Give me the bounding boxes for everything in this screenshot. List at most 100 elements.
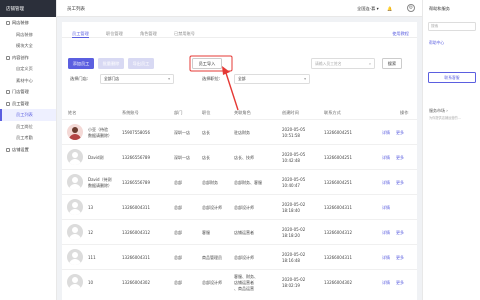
sidebar-header: 店铺管理 xyxy=(0,0,56,17)
help-tutorial-link[interactable]: 使用教程 xyxy=(392,31,409,37)
sidebar-group-content[interactable]: 内容创作 xyxy=(0,52,56,64)
sidebar-item-label: 网店装修 xyxy=(12,20,29,25)
cell-role: 店铺运营者 xyxy=(234,229,254,235)
search-icon: ⌕ xyxy=(368,61,371,66)
avatar xyxy=(67,249,83,265)
position-select[interactable]: 全部 ▾ xyxy=(234,74,310,84)
cell-position: 总部设计师 xyxy=(202,204,222,210)
cell-contact: 13266004312 xyxy=(324,229,352,235)
tab-role-management[interactable]: 角色管理 xyxy=(140,31,157,37)
cell-role: 总部财务、客服 xyxy=(234,179,262,185)
sidebar-item-custom-page[interactable]: 自定义页 xyxy=(0,63,56,75)
column-header: 操作 xyxy=(400,110,409,115)
detail-link[interactable]: 详情 xyxy=(382,130,390,136)
cell-created: 2020-05-02 18:02:19 xyxy=(282,276,306,288)
main-panel: 员工管理 职位管理 角色管理 已禁用账号 使用教程 添加员工 批量删除 导出员工… xyxy=(62,22,417,300)
detail-link[interactable]: 详情 xyxy=(382,230,390,236)
store-select-value: 全部门店 xyxy=(104,76,120,81)
cell-account: 13266556789 xyxy=(122,154,150,160)
store-select[interactable]: 全部门店 ▾ xyxy=(100,74,174,84)
import-staff-button[interactable]: 员工导入 xyxy=(192,58,222,69)
sidebar-item-decoration[interactable]: 网店装修 xyxy=(0,29,56,41)
sidebar-menu: 网店装修 网店装修 模块大全 内容创作 自定义页 素材中心 门店管理 员工管理 … xyxy=(0,17,56,155)
topbar: 员工列表 全国连-慕 ▾ 🔔 ⚙ xyxy=(57,0,422,17)
sidebar-group-decoration[interactable]: 网店装修 xyxy=(0,17,56,29)
column-header: 联系方式 xyxy=(324,110,341,115)
more-link[interactable]: 更多 xyxy=(396,155,404,161)
cell-created: 2020-05-02 18:18:40 xyxy=(282,201,306,213)
tab-staff-management[interactable]: 员工管理 xyxy=(72,31,89,38)
sidebar-item-materials[interactable]: 素材中心 xyxy=(0,75,56,87)
table-row: 10 13266004302 总部 总部设计师 客服、财务、 店铺运营者 、商品运营 20… xyxy=(62,269,417,294)
more-link[interactable]: 更多 xyxy=(396,280,404,286)
sidebar-item-staff-attendance[interactable]: 员工考勤 xyxy=(0,132,56,144)
add-staff-button[interactable]: 添加员工 xyxy=(68,58,94,69)
search-button[interactable]: 搜索 xyxy=(382,58,402,69)
help-center-link[interactable]: 帮助中心 xyxy=(429,40,444,46)
more-link[interactable]: 更多 xyxy=(396,255,404,261)
sidebar-item-staff-list[interactable]: 员工列表 xyxy=(0,109,56,121)
cell-role: 总部设计师 xyxy=(234,204,254,210)
tab-bar: 员工管理 职位管理 角色管理 已禁用账号 使用教程 xyxy=(62,22,417,38)
table-row: 小亚（待验 数据请删除） 15907558056 深圳一店 店长 驻店财务 2020-05… xyxy=(62,119,417,144)
bell-icon[interactable]: 🔔 xyxy=(387,6,392,12)
sidebar-item-staff-positions[interactable]: 员工岗位 xyxy=(0,121,56,133)
table-row: 111 13266004311 总部 商品管理员 总部设计师 2020-05-02 18:… xyxy=(62,244,417,269)
settings-gear-icon[interactable]: ⚙ xyxy=(407,4,415,12)
more-link[interactable]: 更多 xyxy=(396,230,404,236)
avatar xyxy=(67,149,83,165)
cell-account: 15907558056 xyxy=(122,129,150,135)
cell-contact: 13266004251 xyxy=(324,129,352,135)
more-link[interactable]: 更多 xyxy=(396,130,404,136)
help-search-input[interactable]: 搜索 xyxy=(428,22,476,31)
cell-name: 10 xyxy=(88,279,94,285)
cell-dept: 总部 xyxy=(174,229,182,235)
detail-link[interactable]: 详情 xyxy=(382,155,390,161)
contact-service-button[interactable]: 联系客服 xyxy=(428,72,476,83)
export-staff-button[interactable]: 导出员工 xyxy=(128,58,154,69)
cell-created: 2020-05-05 10:51:58 xyxy=(282,126,306,138)
cell-created: 2020-05-05 10:42:48 xyxy=(282,151,306,163)
batch-delete-button[interactable]: 批量删除 xyxy=(98,58,124,69)
position-select-value: 全部 xyxy=(238,76,246,81)
cell-contact: 13266004251 xyxy=(324,154,352,160)
detail-link[interactable]: 详情 xyxy=(382,280,390,286)
detail-link[interactable]: 详情 xyxy=(382,255,390,261)
detail-link[interactable]: 详情 xyxy=(382,205,390,211)
cell-dept: 总部 xyxy=(174,254,182,260)
chevron-down-icon: ▾ xyxy=(304,76,306,81)
position-filter-label: 选择职位: xyxy=(202,76,221,81)
table-row: David（待测 数据请删除） 13266556789 总部 总部财务 总部财务、客服 2… xyxy=(62,169,417,194)
cell-contact: 13266004311 xyxy=(324,204,352,210)
cell-created: 2020-05-02 18:18:20 xyxy=(282,226,306,238)
cell-name: 12 xyxy=(88,229,94,235)
table-row: David测 13266556789 深圳一店 店长 店长、技师 2020-05-05 1… xyxy=(62,144,417,169)
cell-name: 111 xyxy=(88,254,96,260)
cell-position: 总部财务 xyxy=(202,179,218,185)
cell-role: 店长、技师 xyxy=(234,154,254,160)
sidebar-item-modules[interactable]: 模块大全 xyxy=(0,40,56,52)
cell-position: 店长 xyxy=(202,129,210,135)
sidebar: 店铺管理 网店装修 网店装修 模块大全 内容创作 自定义页 素材中心 门店管理 … xyxy=(0,0,57,300)
tab-disabled-accounts[interactable]: 已禁用账号 xyxy=(174,31,195,37)
account-switcher[interactable]: 全国连-慕 ▾ xyxy=(357,6,379,12)
column-header: 姓名 xyxy=(68,110,77,115)
cell-position: 客服 xyxy=(202,229,210,235)
cell-role: 客服、财务、 店铺运营者 、商品运营 xyxy=(234,273,258,291)
sidebar-group-staff[interactable]: 员工管理 xyxy=(0,98,56,110)
avatar xyxy=(67,199,83,215)
detail-link[interactable]: 详情 xyxy=(382,180,390,186)
store-filter-label: 选择门店: xyxy=(70,76,89,81)
sidebar-group-stores[interactable]: 门店管理 xyxy=(0,86,56,98)
more-link[interactable]: 更多 xyxy=(396,180,404,186)
cell-account: 13266004311 xyxy=(122,254,150,260)
sidebar-item-label: 员工管理 xyxy=(12,100,29,106)
tab-position-management[interactable]: 职位管理 xyxy=(106,31,123,37)
cell-role: 驻店财务 xyxy=(234,129,250,135)
staff-search-input[interactable]: 请输入员工姓名 ⌕ xyxy=(311,58,375,69)
sidebar-group-settings[interactable]: 店铺设置 xyxy=(0,144,56,156)
service-market-heading[interactable]: 服务市场 › xyxy=(429,108,448,114)
avatar xyxy=(67,174,83,190)
column-header: 系统账号 xyxy=(122,110,139,115)
cell-account: 13266004311 xyxy=(122,204,150,210)
